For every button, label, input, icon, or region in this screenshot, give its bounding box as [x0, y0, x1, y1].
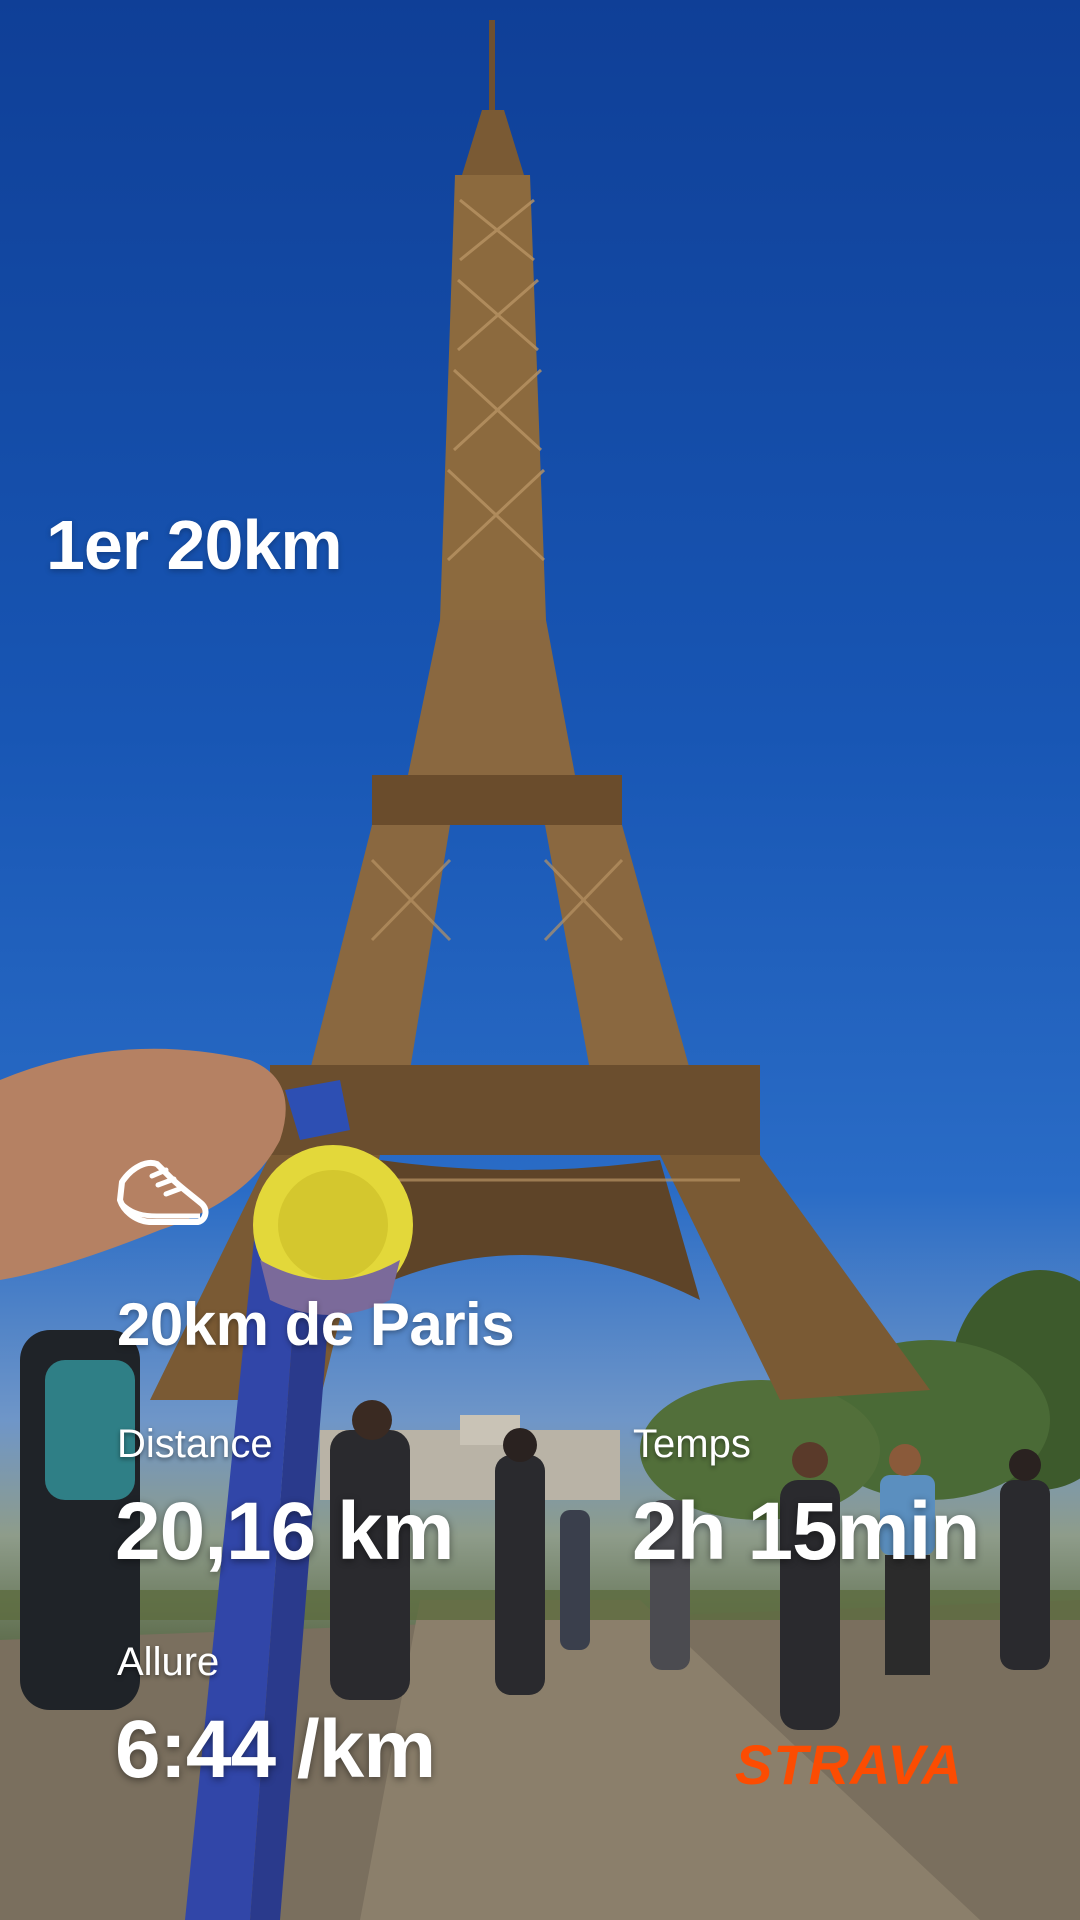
- pace-value: 6:44 /km: [115, 1704, 436, 1795]
- time-label: Temps: [633, 1422, 751, 1466]
- activity-overlay: 1er 20km 20km de Paris Distance 20,16 km…: [0, 0, 1080, 1920]
- running-shoe-icon: [117, 1160, 209, 1225]
- story-caption: 1er 20km: [46, 506, 343, 584]
- pace-label: Allure: [117, 1640, 220, 1684]
- distance-value: 20,16 km: [115, 1486, 454, 1577]
- activity-name: 20km de Paris: [117, 1291, 515, 1358]
- story-canvas: 1er 20km 20km de Paris Distance 20,16 km…: [0, 0, 1080, 1920]
- distance-label: Distance: [117, 1422, 273, 1466]
- strava-logo: STRAVA: [735, 1733, 963, 1796]
- time-value: 2h 15min: [632, 1486, 980, 1577]
